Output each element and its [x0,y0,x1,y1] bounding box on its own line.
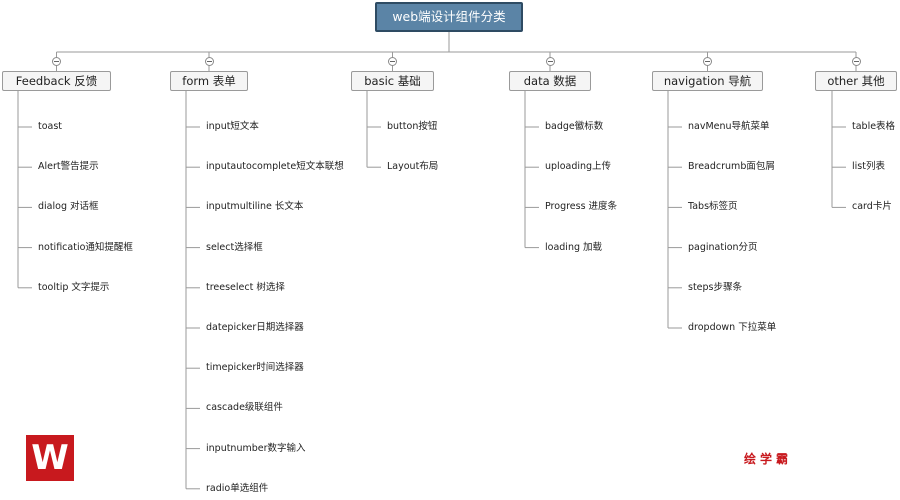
category-node[interactable]: basic 基础 [351,71,434,91]
logo-letter: W [31,438,69,478]
leaf-node[interactable]: Progress 进度条 [545,201,617,213]
leaf-node[interactable]: button按钮 [387,121,437,133]
leaf-node[interactable]: pagination分页 [688,242,758,254]
leaf-node[interactable]: timepicker时间选择器 [206,362,304,374]
leaf-node[interactable]: inputautocomplete短文本联想 [206,161,344,173]
leaf-node[interactable]: inputnumber数字输入 [206,443,306,455]
leaf-node[interactable]: treeselect 树选择 [206,282,285,294]
leaf-node[interactable]: toast [38,121,62,133]
leaf-node[interactable]: Layout布局 [387,161,438,173]
leaf-node[interactable]: inputmultiline 长文本 [206,201,303,213]
leaf-node[interactable]: steps步骤条 [688,282,742,294]
root-node[interactable]: web端设计组件分类 [375,2,523,32]
leaf-node[interactable]: list列表 [852,161,885,173]
leaf-node[interactable]: Tabs标签页 [688,201,738,213]
leaf-node[interactable]: uploading上传 [545,161,611,173]
leaf-node[interactable]: cascade级联组件 [206,402,283,414]
category-node[interactable]: other 其他 [815,71,897,91]
collapse-toggle-icon[interactable] [388,57,397,66]
mind-map: web端设计组件分类 Feedback 反馈 form 表单 basic 基础 dat… [0,0,900,500]
collapse-toggle-icon[interactable] [204,57,214,66]
leaf-node[interactable]: dialog 对话框 [38,201,99,213]
connector-lines [17,32,857,490]
leaf-node[interactable]: tooltip 文字提示 [38,282,109,294]
leaf-node[interactable]: navMenu导航菜单 [688,121,770,133]
category-node[interactable]: form 表单 [170,71,248,91]
leaf-node[interactable]: input短文本 [206,121,259,133]
category-node[interactable]: data 数据 [509,71,591,91]
leaf-node[interactable]: card卡片 [852,201,892,213]
leaf-node[interactable]: notificatio通知提醒框 [38,242,133,254]
leaf-node[interactable]: Breadcrumb面包屑 [688,161,775,173]
category-node[interactable]: navigation 导航 [652,71,763,91]
category-node[interactable]: Feedback 反馈 [2,71,111,91]
brand-name: 绘学霸 [744,452,793,466]
collapse-toggle-icon[interactable] [851,57,861,66]
leaf-node[interactable]: select选择框 [206,242,263,254]
leaf-node[interactable]: loading 加载 [545,242,602,254]
leaf-node[interactable]: badge徽标数 [545,121,603,133]
leaf-node[interactable]: table表格 [852,121,895,133]
leaf-node[interactable]: dropdown 下拉菜单 [688,322,776,334]
collapse-toggle-icon[interactable] [703,57,712,66]
collapse-toggle-icon[interactable] [545,57,555,66]
leaf-node[interactable]: Alert警告提示 [38,161,99,173]
brand-logo: W [26,435,74,481]
leaf-node[interactable]: radio单选组件 [206,483,268,495]
collapse-toggle-icon[interactable] [52,57,61,66]
leaf-node[interactable]: datepicker日期选择器 [206,322,304,334]
